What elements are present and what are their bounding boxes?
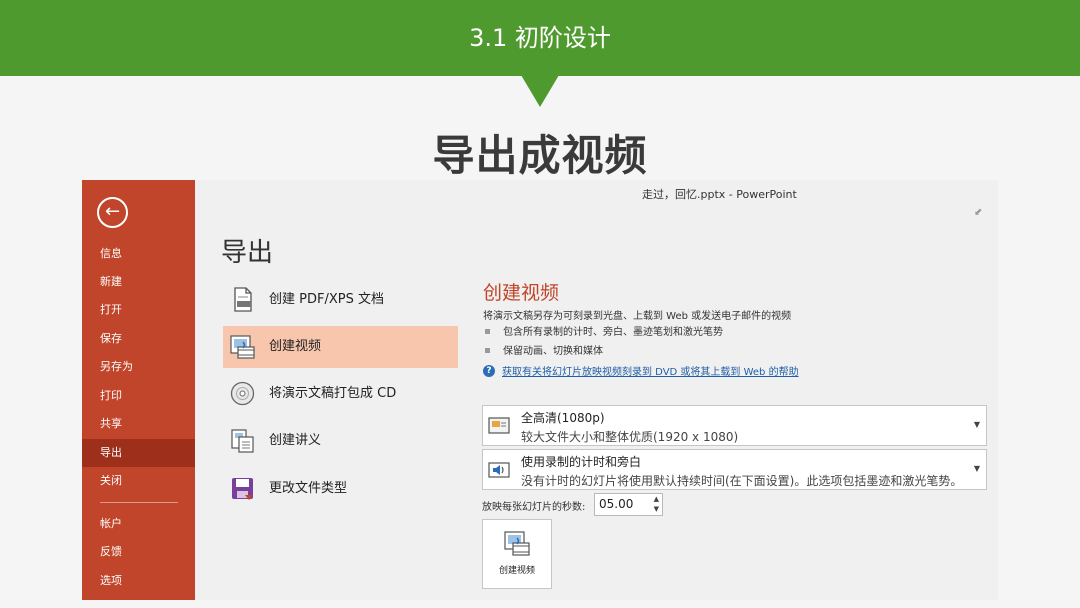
pdf-document-icon	[234, 287, 252, 312]
export-heading: 导出	[221, 238, 274, 268]
seconds-value[interactable]: 05.00	[595, 494, 647, 515]
banner-arrow	[521, 75, 559, 107]
nav-info[interactable]: 信息	[82, 240, 195, 268]
option-label: 将演示文稿打包成 CD	[269, 386, 397, 401]
bullet-text: 包含所有录制的计时、旁白、墨迹笔划和激光笔势	[503, 327, 723, 338]
bullet-text: 保留动画、切换和媒体	[503, 346, 603, 357]
create-video-description: 将演示文稿另存为可刻录到光盘、上载到 Web 或发送电子邮件的视频	[483, 311, 792, 322]
option-create-handouts[interactable]: 创建讲义	[223, 420, 458, 462]
option-create-pdf[interactable]: 创建 PDF/XPS 文档	[223, 279, 458, 321]
quality-main: 全高清(1080p)	[521, 411, 605, 425]
bullet-square	[485, 347, 490, 353]
back-arrow-icon[interactable]: ←	[97, 197, 128, 228]
chevron-up-icon[interactable]: ▲	[654, 495, 659, 503]
option-label: 创建 PDF/XPS 文档	[269, 292, 384, 307]
backstage-sidebar: ← 信息 新建 打开 保存 另存为 打印 共享 导出 关闭 帐户 反馈 选项	[82, 180, 195, 600]
presentation-quality-icon	[488, 417, 510, 434]
chevron-down-icon: ▼	[973, 420, 980, 429]
help-icon: ?	[483, 364, 495, 377]
handout-icon	[231, 429, 254, 453]
banner-title: 3.1 初阶设计	[469, 24, 611, 52]
bullet-item: 保留动画、切换和媒体	[485, 342, 603, 357]
chevron-down-icon: ▼	[973, 464, 980, 473]
nav-save-as[interactable]: 另存为	[82, 353, 195, 381]
nav-close[interactable]: 关闭	[82, 467, 195, 495]
help-link[interactable]: 获取有关将幻灯片放映视频刻录到 DVD 或将其上载到 Web 的帮助	[502, 367, 799, 378]
ribbon-corner-icon: ⬋	[974, 207, 983, 218]
option-label: 创建讲义	[269, 433, 322, 448]
timing-dropdown[interactable]: 使用录制的计时和旁白 没有计时的幻灯片将使用默认持续时间(在下面设置)。此选项包…	[482, 449, 987, 490]
chevron-down-icon[interactable]: ▼	[654, 505, 659, 513]
nav-separator	[100, 502, 178, 503]
option-create-video[interactable]: 创建视频	[223, 326, 458, 368]
nav-new[interactable]: 新建	[82, 268, 195, 296]
create-video-heading: 创建视频	[483, 282, 560, 304]
nav-options[interactable]: 选项	[82, 567, 195, 595]
help-row: ? 获取有关将幻灯片放映视频刻录到 DVD 或将其上载到 Web 的帮助	[483, 363, 799, 378]
quality-sub: 较大文件大小和整体优质(1920 x 1080)	[521, 430, 739, 444]
bullet-square	[485, 328, 490, 334]
option-package-cd[interactable]: 将演示文稿打包成 CD	[223, 373, 458, 415]
nav-print[interactable]: 打印	[82, 382, 195, 410]
create-video-button-label: 创建视频	[498, 566, 535, 576]
change-filetype-icon	[232, 478, 253, 500]
nav-account[interactable]: 帐户	[82, 510, 195, 538]
timing-sub: 没有计时的幻灯片将使用默认持续时间(在下面设置)。此选项包括墨迹和激光笔势。	[521, 474, 963, 488]
option-label: 创建视频	[269, 339, 322, 354]
cd-disc-icon	[230, 381, 255, 406]
timing-main: 使用录制的计时和旁白	[521, 455, 642, 469]
create-video-icon	[504, 531, 530, 556]
nav-export[interactable]: 导出	[82, 439, 195, 467]
bullet-item: 包含所有录制的计时、旁白、墨迹笔划和激光笔势	[485, 323, 723, 338]
seconds-spinner[interactable]: 05.00 ▲ ▼	[594, 493, 663, 516]
create-video-button[interactable]: 创建视频	[482, 519, 552, 589]
nav-save[interactable]: 保存	[82, 325, 195, 353]
window-title: 走过，回忆.pptx - PowerPoint	[642, 188, 797, 201]
recorded-timing-icon	[488, 462, 510, 478]
quality-dropdown[interactable]: 全高清(1080p) 较大文件大小和整体优质(1920 x 1080) ▼	[482, 405, 987, 446]
option-change-file-type[interactable]: 更改文件类型	[223, 468, 458, 510]
slide-title: 导出成视频	[432, 131, 648, 180]
nav-feedback[interactable]: 反馈	[82, 538, 195, 566]
powerpoint-window: ← 信息 新建 打开 保存 另存为 打印 共享 导出 关闭 帐户 反馈 选项 走…	[82, 180, 998, 600]
option-label: 更改文件类型	[269, 481, 348, 496]
nav-open[interactable]: 打开	[82, 296, 195, 324]
nav-share[interactable]: 共享	[82, 410, 195, 438]
seconds-per-slide-label: 放映每张幻灯片的秒数:	[482, 502, 586, 513]
create-video-icon	[230, 335, 255, 359]
